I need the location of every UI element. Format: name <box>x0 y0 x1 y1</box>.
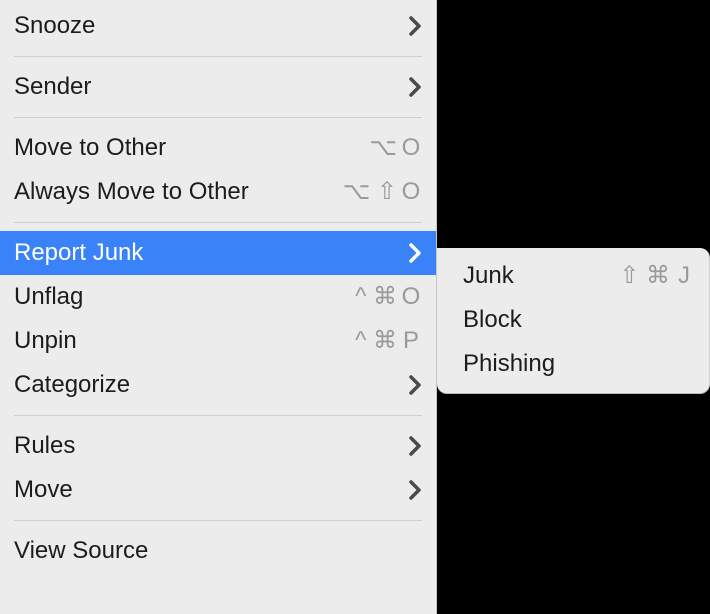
menu-item-categorize[interactable]: Categorize <box>0 363 436 407</box>
menu-item-view-source[interactable]: View Source <box>0 529 436 573</box>
menu-item-label: Categorize <box>14 363 130 407</box>
menu-separator <box>14 520 422 521</box>
menu-separator <box>14 117 422 118</box>
menu-separator <box>14 222 422 223</box>
chevron-right-icon <box>408 16 422 36</box>
chevron-right-icon <box>408 480 422 500</box>
chevron-right-icon <box>408 436 422 456</box>
keyboard-shortcut: ^ ⌘ P <box>355 319 422 363</box>
menu-item-sender[interactable]: Sender <box>0 65 436 109</box>
report-junk-submenu: Junk ⇧ ⌘ J Block Phishing <box>437 248 710 394</box>
shortcut-key: P <box>400 319 422 363</box>
shortcut-key: J <box>673 254 695 298</box>
menu-item-label: Phishing <box>463 342 555 386</box>
keyboard-shortcut: ^ ⌘ O <box>355 275 422 319</box>
keyboard-shortcut: ⇧ ⌘ J <box>619 254 695 298</box>
submenu-item-junk[interactable]: Junk ⇧ ⌘ J <box>437 254 709 298</box>
menu-item-label: Unpin <box>14 319 77 363</box>
menu-item-label: Move to Other <box>14 126 166 170</box>
menu-item-label: Sender <box>14 65 91 109</box>
menu-item-report-junk[interactable]: Report Junk <box>0 231 436 275</box>
menu-item-label: Rules <box>14 424 75 468</box>
menu-item-unflag[interactable]: Unflag ^ ⌘ O <box>0 275 436 319</box>
shortcut-modifiers: ⇧ ⌘ <box>619 254 670 298</box>
shortcut-key: O <box>400 275 422 319</box>
chevron-right-icon <box>408 77 422 97</box>
menu-item-label: Snooze <box>14 4 95 48</box>
menu-separator <box>14 415 422 416</box>
menu-item-move-to-other[interactable]: Move to Other ⌥ O <box>0 126 436 170</box>
menu-separator <box>14 56 422 57</box>
shortcut-modifiers: ^ ⌘ <box>355 319 397 363</box>
chevron-right-icon <box>408 243 422 263</box>
shortcut-modifiers: ⌥ ⇧ <box>343 170 397 214</box>
menu-item-label: Junk <box>463 254 514 298</box>
menu-item-rules[interactable]: Rules <box>0 424 436 468</box>
chevron-right-icon <box>408 375 422 395</box>
menu-item-always-move-to-other[interactable]: Always Move to Other ⌥ ⇧ O <box>0 170 436 214</box>
menu-item-label: Always Move to Other <box>14 170 249 214</box>
menu-item-unpin[interactable]: Unpin ^ ⌘ P <box>0 319 436 363</box>
menu-item-label: View Source <box>14 529 148 573</box>
keyboard-shortcut: ⌥ ⇧ O <box>343 170 422 214</box>
submenu-item-block[interactable]: Block <box>437 298 709 342</box>
submenu-item-phishing[interactable]: Phishing <box>437 342 709 386</box>
menu-item-label: Report Junk <box>14 231 143 275</box>
shortcut-key: O <box>400 170 422 214</box>
menu-item-label: Unflag <box>14 275 83 319</box>
shortcut-modifiers: ⌥ <box>369 126 397 170</box>
menu-item-move[interactable]: Move <box>0 468 436 512</box>
shortcut-key: O <box>400 126 422 170</box>
shortcut-modifiers: ^ ⌘ <box>355 275 397 319</box>
menu-item-snooze[interactable]: Snooze <box>0 4 436 48</box>
context-menu: Snooze Sender Move to Other ⌥ O Always M… <box>0 0 437 614</box>
keyboard-shortcut: ⌥ O <box>369 126 422 170</box>
menu-item-label: Block <box>463 298 522 342</box>
menu-item-label: Move <box>14 468 73 512</box>
